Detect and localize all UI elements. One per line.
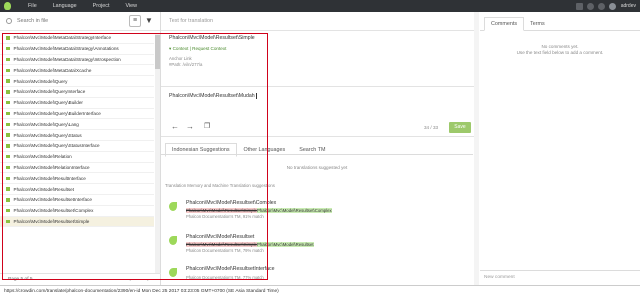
help-icon[interactable]	[597, 2, 605, 10]
tm-leaf-icon	[169, 268, 177, 277]
list-view-icon[interactable]: ≡	[129, 15, 141, 27]
status-square-icon	[6, 165, 10, 170]
text-cursor	[255, 93, 257, 99]
settings-gear-icon[interactable]	[586, 2, 594, 10]
list-item[interactable]: Phalcon\Mvc\Model\ResultInterface	[0, 173, 154, 185]
list-item[interactable]: Phalcon\Mvc\Model\MetaData\Strategy\Intr…	[0, 55, 154, 66]
tm-source: Phalcon Documentation's TM, 91% match	[186, 214, 264, 219]
editor-toolbar: ← → ❐ 34 / 33 Save	[161, 119, 479, 137]
menu-file[interactable]: File	[28, 3, 37, 9]
status-square-icon	[6, 219, 10, 224]
list-item[interactable]: Phalcon\Mvc\Model\MetaData\Xcache	[0, 65, 154, 77]
status-square-icon	[6, 122, 10, 127]
tab-terms[interactable]: Terms	[524, 18, 551, 30]
list-item[interactable]: Phalcon\Mvc\Model\ResultsetInterface	[0, 195, 154, 206]
source-header-label: Text for translation	[169, 18, 214, 24]
tm-source: Phalcon Documentation's TM, 77% match	[186, 275, 264, 280]
status-square-icon	[6, 198, 10, 202]
tm-heading: Translation Memory and Machine Translati…	[165, 183, 275, 188]
forward-arrow-icon[interactable]: →	[186, 122, 194, 131]
file-search-bar: ≡ ▼	[0, 12, 160, 31]
status-square-icon	[6, 133, 10, 137]
menu-project[interactable]: Project	[93, 3, 110, 9]
layout-icon[interactable]	[575, 2, 583, 10]
status-square-icon	[6, 100, 10, 105]
page-label: Page 5 of 5	[8, 277, 33, 282]
strings-panel: ≡ ▼ Phalcon\Mvc\Model\MetaData\StrategyI…	[0, 12, 161, 285]
list-item[interactable]: Phalcon\Mvc\Model\MetaData\Strategy\Anno…	[0, 44, 154, 55]
save-button[interactable]: Save	[449, 122, 471, 133]
username[interactable]: adrdev	[621, 3, 636, 9]
status-square-icon	[6, 57, 10, 62]
pagination: Page 5 of 5 ← →	[0, 273, 161, 285]
menu-view[interactable]: View	[125, 3, 137, 9]
status-square-icon	[6, 187, 10, 191]
status-square-icon	[6, 111, 10, 116]
tm-leaf-icon	[169, 236, 177, 245]
search-icon	[6, 18, 12, 24]
translation-text[interactable]: Phalcon\Mvc\Model\Resultset\Mudah	[169, 93, 255, 99]
source-header: Text for translation	[161, 12, 478, 31]
list-item[interactable]: Phalcon\Mvc\Model\Query\StatusInterface	[0, 141, 154, 152]
scrollbar-thumb[interactable]	[155, 35, 160, 69]
list-item[interactable]: Phalcon\Mvc\Model\Query\Builder	[0, 98, 154, 109]
string-list: Phalcon\Mvc\Model\MetaData\StrategyInter…	[0, 33, 154, 228]
context-meta: Anchor Link #Path: /vi/n/277/a	[169, 56, 203, 67]
list-item-selected[interactable]: Phalcon\Mvc\Model\Resultset\Simple	[0, 216, 154, 228]
translation-panel-scrollbar[interactable]	[474, 12, 479, 285]
context-toggle[interactable]: ▾ Context | Request Context	[169, 46, 471, 52]
list-item[interactable]: Phalcon\Mvc\Model\Resultset\Complex	[0, 206, 154, 217]
status-square-icon	[6, 36, 10, 40]
filter-icon[interactable]: ▼	[145, 16, 153, 26]
crowdin-logo-icon[interactable]	[0, 0, 14, 12]
status-square-icon	[6, 46, 10, 51]
status-square-icon	[6, 68, 10, 73]
copy-source-icon[interactable]: ❐	[204, 122, 210, 130]
no-comments-message: No comments yet. Use the text field belo…	[516, 44, 604, 55]
list-item[interactable]: Phalcon\Mvc\Model\Query\BuilderInterface	[0, 109, 154, 120]
list-item[interactable]: Phalcon\Mvc\Model\Resultset	[0, 184, 154, 195]
list-item[interactable]: Phalcon\Mvc\Model\RelationInterface	[0, 163, 154, 174]
list-item[interactable]: Phalcon\Mvc\Model\Relation	[0, 152, 154, 163]
top-right-controls: adrdev	[572, 0, 636, 12]
list-item[interactable]: Phalcon\Mvc\Model\QueryInterface	[0, 87, 154, 98]
status-square-icon	[6, 79, 10, 83]
string-list-scrollbar[interactable]	[155, 33, 160, 273]
list-item[interactable]: Phalcon\Mvc\Model\Query\Lang	[0, 119, 154, 131]
status-square-icon	[6, 154, 10, 159]
list-item[interactable]: Phalcon\Mvc\Model\Query	[0, 76, 154, 87]
prev-page-icon[interactable]: ←	[128, 276, 135, 283]
tm-source: Phalcon Documentation's TM, 79% match	[186, 248, 264, 253]
tm-suggestion-text: Phalcon\Mvc\Model\ResultsetInterface	[186, 266, 275, 272]
status-square-icon	[6, 208, 10, 213]
tab-divider	[161, 154, 473, 155]
back-arrow-icon[interactable]: ←	[171, 122, 179, 131]
list-item[interactable]: Phalcon\Mvc\Model\Query\Status	[0, 130, 154, 141]
no-suggestions-message: No translations suggested yet	[286, 165, 348, 170]
status-square-icon	[6, 90, 10, 94]
tm-diff: Phalcon\Mvc\Model\Resultset\SimplePhalco…	[186, 208, 332, 213]
tm-leaf-icon	[169, 202, 177, 211]
source-string-block: Phalcon\Mvc\Model\Resultset\Simple ▾ Con…	[161, 31, 479, 87]
next-page-icon[interactable]: →	[143, 276, 150, 283]
status-bar: https://crowdin.com/translate/phalcon-do…	[0, 285, 640, 296]
list-item[interactable]: Phalcon\Mvc\Model\MetaData\StrategyInter…	[0, 33, 154, 44]
menu-language[interactable]: Language	[53, 3, 77, 9]
top-bar: File Language Project View adrdev	[0, 0, 640, 12]
comments-tabs: Comments Terms	[480, 12, 640, 31]
comments-panel: Comments Terms No comments yet. Use the …	[480, 12, 640, 285]
status-square-icon	[6, 176, 10, 180]
tm-diff: Phalcon\Mvc\Model\Resultset\SimplePhalco…	[186, 242, 314, 247]
avatar[interactable]	[608, 2, 616, 10]
translation-panel: Text for translation Phalcon\Mvc\Model\R…	[161, 12, 479, 285]
source-string: Phalcon\Mvc\Model\Resultset\Simple	[169, 35, 255, 41]
status-square-icon	[6, 144, 10, 148]
character-counter: 34 / 33	[424, 125, 439, 130]
main-menu: File Language Project View	[28, 3, 153, 9]
search-in-file-input[interactable]	[17, 18, 117, 24]
tm-suggestion-text: Phalcon\Mvc\Model\Resultset	[186, 234, 255, 240]
tab-comments[interactable]: Comments	[484, 17, 525, 31]
tm-suggestion-text: Phalcon\Mvc\Model\Resultset\Complex	[186, 200, 277, 206]
new-comment-input[interactable]: New comment	[480, 270, 640, 285]
